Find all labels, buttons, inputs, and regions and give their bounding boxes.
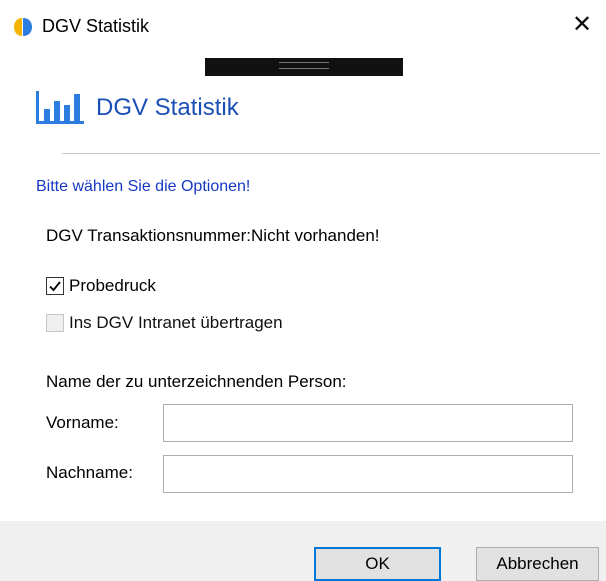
checkmark-icon bbox=[49, 281, 61, 292]
transaction-number-text: DGV Transaktionsnummer:Nicht vorhanden! bbox=[46, 226, 380, 245]
window-title: DGV Statistik bbox=[42, 16, 150, 36]
instruction-text: Bitte wählen Sie die Optionen! bbox=[36, 178, 251, 195]
cancel-button[interactable]: Abbrechen bbox=[476, 547, 599, 581]
drag-handle[interactable] bbox=[205, 58, 403, 76]
header-divider bbox=[62, 153, 600, 154]
app-logo-icon bbox=[14, 18, 32, 36]
probedruck-checkbox[interactable] bbox=[46, 277, 64, 295]
close-icon: ✕ bbox=[571, 11, 593, 38]
grip-icon bbox=[279, 62, 329, 69]
firstname-field[interactable] bbox=[163, 404, 573, 442]
signatory-heading: Name der zu unterzeichnenden Person: bbox=[46, 372, 347, 391]
lastname-field[interactable] bbox=[163, 455, 573, 493]
firstname-label: Vorname: bbox=[46, 413, 119, 432]
probedruck-label[interactable]: Probedruck bbox=[69, 276, 156, 296]
intranet-label: Ins DGV Intranet übertragen bbox=[69, 313, 283, 332]
title-bar[interactable]: DGV Statistik ✕ bbox=[0, 0, 606, 52]
bar-chart-icon bbox=[36, 91, 84, 124]
page-title: DGV Statistik bbox=[96, 94, 239, 121]
close-button[interactable]: ✕ bbox=[566, 12, 598, 40]
lastname-label: Nachname: bbox=[46, 463, 133, 482]
intranet-checkbox bbox=[46, 314, 64, 332]
ok-button[interactable]: OK bbox=[314, 547, 441, 581]
